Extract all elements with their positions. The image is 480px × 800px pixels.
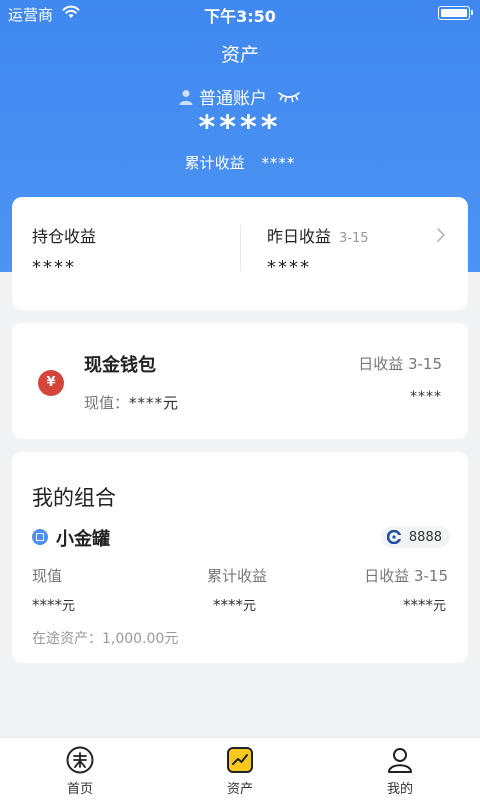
tab-home[interactable]: 首页	[0, 738, 160, 800]
eye-closed-icon[interactable]	[277, 90, 301, 104]
wallet-current-value: 现值：****元	[84, 392, 179, 413]
cumulative-earnings-row: 累计收益 ****	[0, 152, 480, 173]
wallet-daily-earnings-label: 日收益 3-15	[358, 355, 442, 373]
portfolio-daily-value: ****元	[402, 596, 446, 614]
yen-icon: ¥	[38, 370, 64, 396]
wallet-current-value-amount: ****元	[129, 394, 180, 412]
cash-wallet-card[interactable]: ¥ 现金钱包 现值：****元 日收益 3-15 ****	[12, 323, 468, 439]
home-logo-icon	[66, 746, 94, 774]
portfolio-cumulative-label: 累计收益	[207, 567, 268, 585]
yesterday-earnings-date: 3-15	[339, 231, 369, 246]
assets-chart-icon	[227, 747, 253, 773]
account-selector[interactable]: 普通账户	[0, 84, 480, 109]
portfolio-daily-label: 日收益 3-15	[364, 567, 448, 585]
user-icon	[179, 89, 193, 105]
holding-earnings-value: ****	[32, 257, 76, 278]
holding-earnings: 持仓收益 ****	[32, 223, 97, 278]
jar-icon	[32, 529, 48, 545]
wallet-title: 现金钱包	[84, 355, 156, 376]
product-name: 小金罐	[56, 529, 110, 550]
earnings-summary-card: 持仓收益 **** 昨日收益 3-15 ****	[12, 197, 468, 310]
tab-assets[interactable]: 资产	[160, 738, 320, 800]
tab-assets-label: 资产	[226, 782, 253, 797]
tab-mine-label: 我的	[386, 782, 413, 797]
person-icon	[388, 748, 412, 773]
page-title: 资产	[220, 44, 259, 66]
portfolio-card[interactable]: 我的组合 小金罐 8888 现值 ****元 累计收益 ****元 日收益 3-…	[12, 452, 468, 663]
in-transit-assets: 在途资产：1,000.00元	[32, 631, 179, 647]
bank-code: 8888	[408, 529, 442, 545]
wallet-daily-earnings-value: ****	[410, 389, 442, 405]
portfolio-cumulative-value: ****元	[213, 596, 257, 614]
yesterday-earnings-label: 昨日收益	[267, 227, 332, 246]
holding-earnings-label: 持仓收益	[32, 227, 97, 246]
yesterday-earnings-value: ****	[267, 257, 311, 278]
bank-logo-icon	[386, 530, 401, 544]
tab-mine[interactable]: 我的	[320, 738, 480, 800]
battery-icon	[438, 6, 473, 20]
portfolio-current-value-label: 现值	[32, 567, 63, 585]
cumulative-label: 累计收益	[184, 154, 245, 172]
tab-home-label: 首页	[66, 782, 93, 797]
status-time: 下午3:50	[204, 7, 276, 26]
yesterday-earnings[interactable]: 昨日收益 3-15 ****	[267, 223, 457, 283]
total-assets-masked: ****	[198, 108, 282, 146]
cumulative-value: ****	[261, 154, 296, 172]
wallet-current-value-label: 现值：	[84, 394, 130, 412]
status-bar: 运营商 下午3:50	[0, 0, 480, 26]
summary-divider	[240, 225, 241, 271]
bottom-tab-bar: 首页 资产 我的	[0, 737, 480, 800]
portfolio-current-value: ****元	[32, 596, 76, 614]
bank-badge: 8888	[380, 526, 450, 548]
portfolio-title: 我的组合	[32, 486, 116, 510]
account-label: 普通账户	[199, 89, 267, 109]
chevron-right-icon[interactable]	[436, 227, 446, 243]
